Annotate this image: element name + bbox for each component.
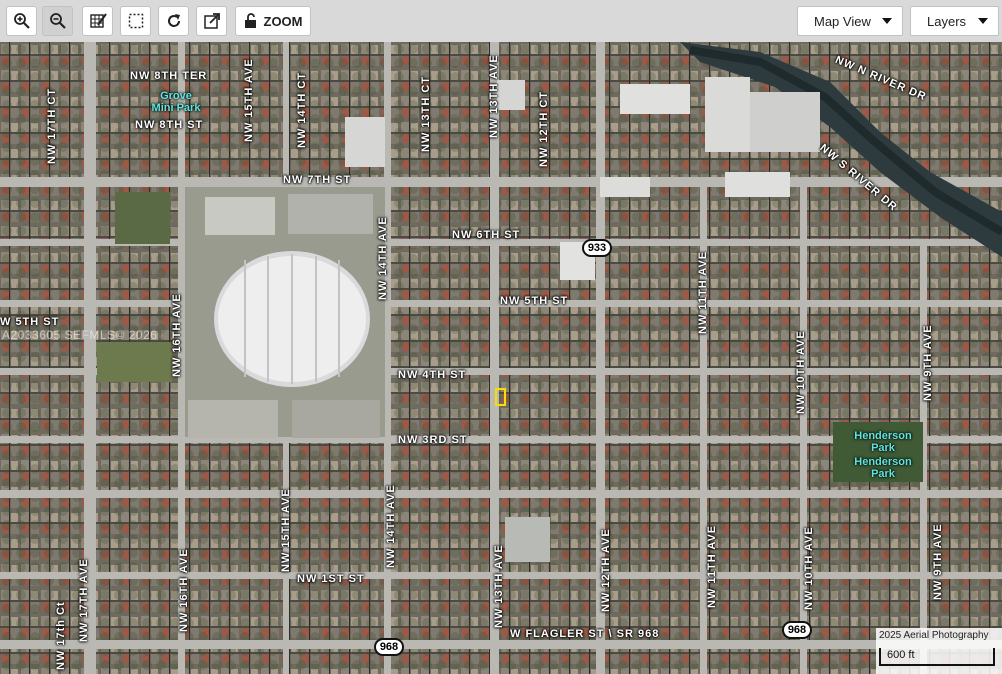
- street-label-nw-7th-st: NW 7TH ST: [283, 174, 352, 186]
- chevron-down-icon: [978, 18, 988, 24]
- park-name-line1: Henderson: [854, 456, 912, 468]
- edit-grid-button[interactable]: [82, 6, 113, 36]
- street-label-nw-17th-ct-top: NW 17TH CT: [46, 88, 58, 164]
- street-label-nw-13th-ct: NW 13TH CT: [420, 76, 432, 152]
- route-shield-933: 933: [582, 239, 612, 257]
- aerial-map[interactable]: NW 8TH TER NW 8TH ST NW 7TH ST NW 6TH ST…: [0, 42, 1002, 674]
- external-link-button[interactable]: [196, 6, 227, 36]
- park-label-henderson-a: Henderson Park: [846, 430, 920, 454]
- street-label-nw-12th-ave: NW 12TH AVE: [600, 528, 612, 612]
- street-label-nw-6th-st: NW 6TH ST: [452, 229, 521, 241]
- refresh-icon: [167, 14, 180, 27]
- map-view-dropdown[interactable]: Map View: [797, 6, 903, 36]
- route-shield-968-right: 968: [782, 621, 812, 639]
- park-label-henderson-b: Henderson Park: [846, 456, 920, 480]
- map-toolbar: ZOOM Map View Layers: [0, 0, 1002, 43]
- mls-watermark: A2033605 SEFMLS© 2026: [2, 328, 158, 342]
- street-label-nw-8th-ter: NW 8TH TER: [130, 70, 208, 82]
- street-label-nw-15th-ave-bottom: NW 15TH AVE: [280, 488, 292, 572]
- external-link-icon: [203, 13, 220, 29]
- zoom-in-icon: [13, 13, 30, 29]
- attribution-text: 2025 Aerial Photography: [879, 630, 989, 641]
- select-box-icon: [128, 13, 143, 29]
- park-name-line1: Henderson: [854, 430, 912, 442]
- park-name-line1: Grove: [160, 90, 192, 102]
- map-view-label: Map View: [814, 13, 871, 29]
- zoom-button[interactable]: ZOOM: [235, 6, 311, 36]
- street-label-nw-14th-ct: NW 14TH CT: [296, 72, 308, 148]
- park-name-line2: Mini Park: [151, 102, 201, 114]
- street-label-nw-12th-ct: NW 12TH CT: [538, 91, 550, 167]
- layers-label: Layers: [927, 13, 967, 29]
- street-label-nw-4th-st: NW 4TH ST: [398, 369, 467, 381]
- zoom-in-button[interactable]: [6, 6, 37, 36]
- street-label-nw-5th-st: NW 5TH ST: [500, 295, 569, 307]
- street-label-nw-11th-ave-top: NW 11TH AVE: [697, 250, 709, 334]
- park-label-grove-mini: Grove Mini Park: [146, 90, 206, 114]
- edit-grid-icon: [89, 13, 107, 28]
- street-label-nw-13th-ave-bottom: NW 13TH AVE: [493, 544, 505, 628]
- street-label-nw-15th-ave-top: NW 15TH AVE: [243, 58, 255, 142]
- chevron-down-icon: [882, 18, 892, 24]
- refresh-button[interactable]: [158, 6, 189, 36]
- zoom-out-button[interactable]: [42, 6, 73, 36]
- street-label-w-5th-st: W 5TH ST: [0, 316, 60, 328]
- unlock-icon: [244, 13, 256, 28]
- park-name-line2: Park: [871, 442, 895, 454]
- street-label-nw-14th-ave-top: NW 14TH AVE: [377, 216, 389, 300]
- street-label-nw-16th-ave-bottom: NW 16TH AVE: [178, 548, 190, 632]
- street-label-nw-13th-ave-top: NW 13TH AVE: [488, 54, 500, 138]
- zoom-out-icon: [49, 13, 66, 29]
- street-label-nw-16th-ave-top: NW 16TH AVE: [171, 293, 183, 377]
- street-label-nw-14th-ave-bottom: NW 14TH AVE: [385, 484, 397, 568]
- select-box-button[interactable]: [120, 6, 151, 36]
- route-shield-968-left: 968: [374, 638, 404, 656]
- park-name-line2: Park: [871, 468, 895, 480]
- street-label-w-flagler: W FLAGLER ST \ SR 968: [510, 628, 660, 640]
- street-label-nw-17th-ave: NW 17TH AVE: [78, 558, 90, 642]
- scale-label: 600 ft: [887, 649, 915, 661]
- scale-bar: 600 ft: [879, 648, 995, 666]
- map-attribution: 2025 Aerial Photography 600 ft: [876, 628, 1002, 674]
- street-label-nw-9th-ave-top: NW 9TH AVE: [922, 324, 934, 401]
- street-label-nw-8th-st: NW 8TH ST: [135, 119, 204, 131]
- street-label-nw-3rd-st: NW 3RD ST: [398, 434, 468, 446]
- street-label-nw-17th-ct-bottom: NW 17th Ct: [55, 601, 67, 670]
- layers-dropdown[interactable]: Layers: [910, 6, 999, 36]
- zoom-button-label: ZOOM: [263, 13, 303, 29]
- street-label-nw-11th-ave-bottom: NW 11TH AVE: [706, 524, 718, 608]
- street-label-nw-10th-ave-top: NW 10TH AVE: [795, 330, 807, 414]
- street-label-nw-1st-st: NW 1ST ST: [297, 573, 365, 585]
- street-label-nw-9th-ave-bottom: NW 9TH AVE: [932, 523, 944, 600]
- selected-property-marker[interactable]: [495, 388, 506, 406]
- street-label-nw-10th-ave-bottom: NW 10TH AVE: [803, 526, 815, 610]
